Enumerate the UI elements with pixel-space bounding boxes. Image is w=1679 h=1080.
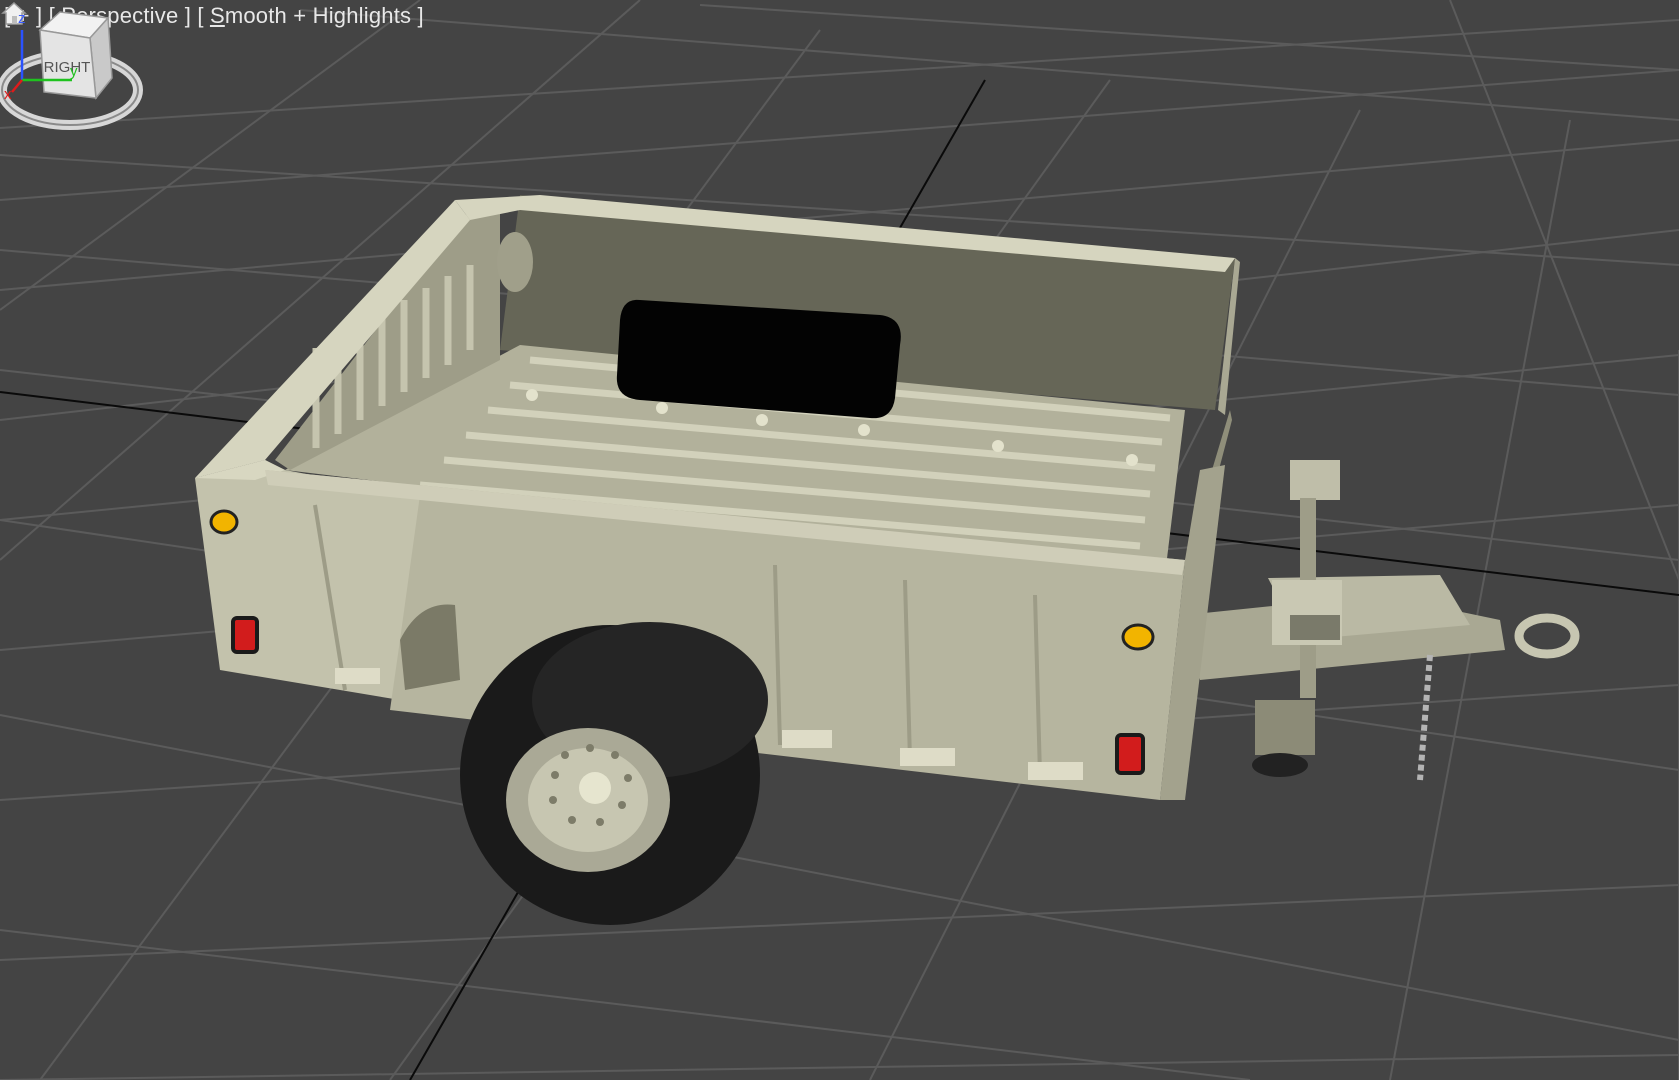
reflector-red xyxy=(231,616,259,654)
viewport-shading-menu[interactable]: [ Smooth + Highlights ] xyxy=(197,3,424,28)
reflector-amber xyxy=(1121,623,1155,651)
reflector-amber xyxy=(209,509,239,535)
scene xyxy=(0,0,1679,1080)
trailer-model xyxy=(195,195,1580,925)
axis-x-label: x xyxy=(4,86,12,100)
axis-tripod-icon: z y x xyxy=(4,10,78,100)
axis-z-label: z xyxy=(18,10,26,27)
axis-y-label: y xyxy=(70,63,78,80)
shading-mnemonic: S xyxy=(209,3,225,28)
shading-rest: mooth + Highlights ] xyxy=(224,3,424,28)
perspective-viewport[interactable]: [ + ] [ Perspective ] [ Smooth + Highlig… xyxy=(0,0,1679,1080)
reflector-red xyxy=(1115,733,1145,775)
shading-prefix: [ xyxy=(197,3,210,28)
